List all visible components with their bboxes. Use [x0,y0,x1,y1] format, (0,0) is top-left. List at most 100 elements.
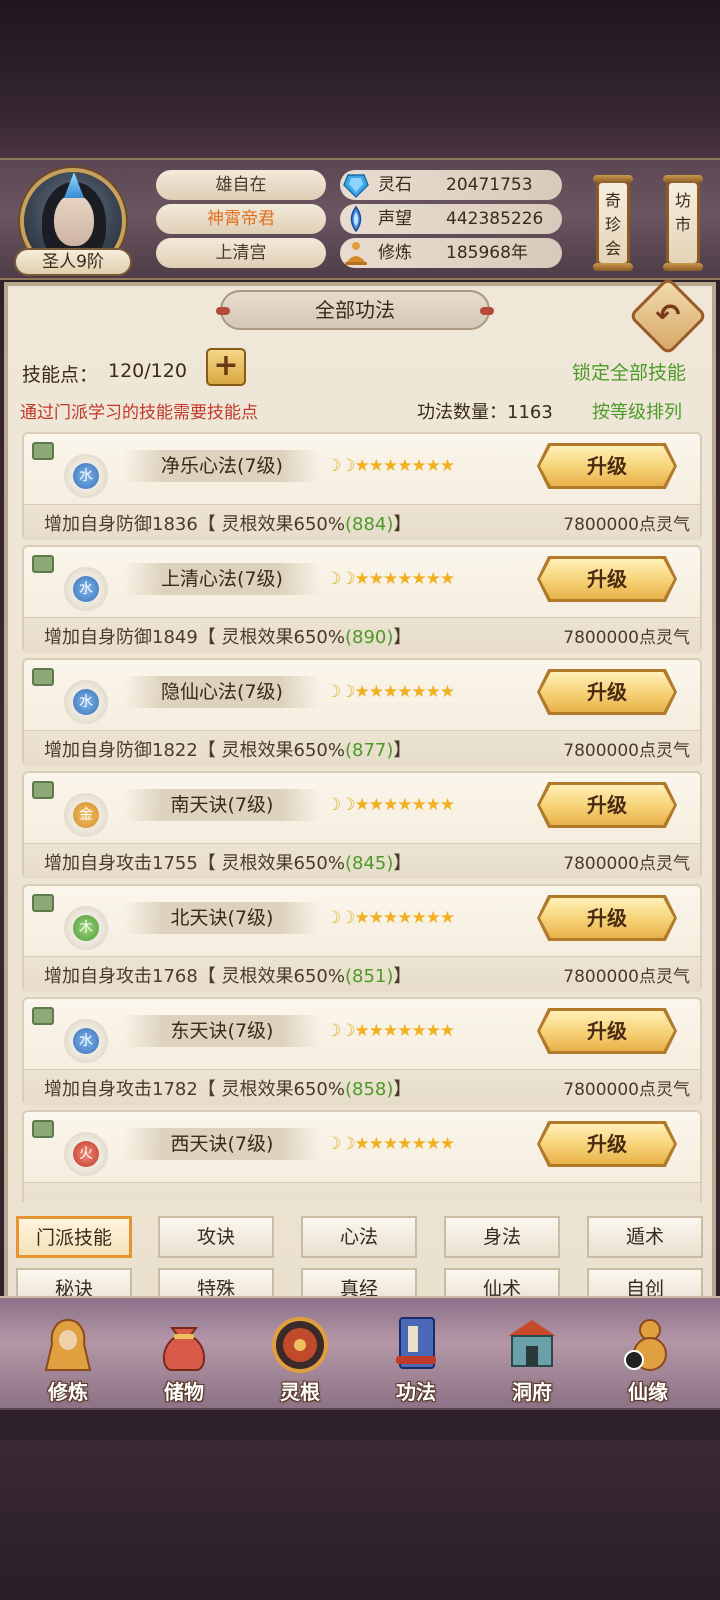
panel-title: 全部功法 [216,290,494,330]
nav-cultivation[interactable]: 修炼 [18,1314,118,1410]
star-icons: ★★★★★★★ [354,1021,455,1041]
nav-label: 储物 [164,1380,204,1404]
upgrade-button[interactable]: 升级 [540,559,674,599]
wood-element-icon: 木 [73,915,99,941]
resource-cultivation: 修炼 185968年 [340,238,562,268]
moon-icons: ☽☽ [326,569,356,589]
skill-name: 南天诀(7级) [124,789,320,821]
element-badge: 水 [64,567,108,611]
lock-icon[interactable] [32,442,54,460]
star-icons: ★★★★★★★ [354,908,455,928]
skill-points-label: 技能点： [22,364,99,386]
meditation-icon [345,242,367,265]
skill-stars: ☽☽★★★★★★★ [326,454,455,478]
lock-icon[interactable] [32,781,54,799]
bottom-backdrop [0,1440,720,1600]
skill-name: 北天诀(7级) [124,902,320,934]
treasure-fair-button[interactable]: 奇珍会 [593,175,633,271]
upgrade-button[interactable]: 升级 [540,1124,674,1164]
skill-card: 木 北天诀(7级) ☽☽★★★★★★★ 升级 增加自身攻击1768【 灵根效果6… [22,884,702,992]
lock-icon[interactable] [32,1120,54,1138]
upgrade-cost: 7800000点灵气 [563,967,690,987]
upgrade-cost: 7800000点灵气 [563,741,690,761]
skill-stars: ☽☽★★★★★★★ [326,680,455,704]
gourd-icon [624,1319,667,1371]
sort-by-level-link[interactable]: 按等级排列 [592,398,682,424]
lock-icon[interactable] [32,894,54,912]
lock-all-skills-link[interactable]: 锁定全部技能 [572,358,686,385]
effect-bonus: (851) [345,966,394,987]
skill-name: 上清心法(7级) [124,563,320,595]
star-icons: ★★★★★★★ [354,456,455,476]
resource-label: 声望 [378,209,412,229]
nav-techniques[interactable]: 功法 [366,1314,466,1410]
effect-text: 增加自身攻击1768【 灵根效果650% [44,966,345,987]
skill-points-value: 120/120 [108,360,187,382]
element-badge: 火 [64,1132,108,1176]
resource-spirit-stone: 灵石 20471753 [340,170,562,200]
resource-value: 185968年 [446,243,528,263]
effect-bracket: 】 [393,966,412,987]
nav-cave-mansion[interactable]: 洞府 [482,1314,582,1410]
upgrade-button[interactable]: 升级 [540,898,674,938]
nav-label: 功法 [396,1380,436,1404]
fire-element-icon: 火 [73,1141,99,1167]
moon-icons: ☽☽ [326,795,356,815]
skill-name: 东天诀(7级) [124,1015,320,1047]
upgrade-cost: 7800000点灵气 [563,854,690,874]
nav-spirit-root[interactable]: 灵根 [250,1314,350,1410]
upgrade-button[interactable]: 升级 [540,1011,674,1051]
star-icons: ★★★★★★★ [354,682,455,702]
tab-attack-arts[interactable]: 攻诀 [158,1216,274,1258]
player-title: 神霄帝君 [156,204,326,234]
skill-points-hint: 通过门派学习的技能需要技能点 [20,403,258,423]
water-element-icon: 水 [73,463,99,489]
tab-movement-arts[interactable]: 身法 [444,1216,560,1258]
skill-effect: 增加自身防御1822【 灵根效果650%(877)】 [44,736,411,762]
back-arrow-icon: ↶ [655,298,681,333]
nav-label: 修炼 [48,1380,88,1404]
water-element-icon: 水 [73,689,99,715]
skill-stars: ☽☽★★★★★★★ [326,906,455,930]
skill-name: 隐仙心法(7级) [124,676,320,708]
lock-icon[interactable] [32,668,54,686]
tab-mind-methods[interactable]: 心法 [301,1216,417,1258]
skill-card: 火 西天诀(7级) ☽☽★★★★★★★ 升级 [22,1110,702,1202]
effect-bonus: (884) [345,514,394,535]
skill-effect: 增加自身攻击1782【 灵根效果650%(858)】 [44,1075,411,1101]
effect-bonus: (890) [345,627,394,648]
nav-label: 洞府 [512,1380,552,1404]
upgrade-button[interactable]: 升级 [540,446,674,486]
skill-list[interactable]: 水 净乐心法(7级) ☽☽★★★★★★★ 升级 增加自身防御1836【 灵根效果… [22,432,702,1202]
resource-value: 20471753 [446,175,533,195]
nav-storage[interactable]: 储物 [134,1314,234,1410]
nav-label: 灵根 [280,1380,320,1404]
skill-card: 水 东天诀(7级) ☽☽★★★★★★★ 升级 增加自身攻击1782【 灵根效果6… [22,997,702,1105]
skill-card: 水 隐仙心法(7级) ☽☽★★★★★★★ 升级 增加自身防御1822【 灵根效果… [22,658,702,766]
upgrade-cost: 7800000点灵气 [563,628,690,648]
tab-escape-arts[interactable]: 遁术 [587,1216,703,1258]
market-button[interactable]: 坊市 [663,175,703,271]
element-badge: 木 [64,906,108,950]
lock-icon[interactable] [32,1007,54,1025]
effect-bracket: 】 [393,853,412,874]
moon-icons: ☽☽ [326,908,356,928]
skill-name: 西天诀(7级) [124,1128,320,1160]
upgrade-button[interactable]: 升级 [540,672,674,712]
star-icons: ★★★★★★★ [354,569,455,589]
player-sect: 上清宫 [156,238,326,268]
monk-icon [44,1318,92,1371]
star-icons: ★★★★★★★ [354,1134,455,1154]
resource-reputation: 声望 442385226 [340,204,562,234]
resource-label: 修炼 [378,243,412,263]
lock-icon[interactable] [32,555,54,573]
reputation-icon [350,205,362,233]
resource-value: 442385226 [446,209,544,229]
tab-sect-skills[interactable]: 门派技能 [16,1216,132,1258]
upgrade-button[interactable]: 升级 [540,785,674,825]
spirit-root-icon [272,1317,328,1373]
effect-text: 增加自身攻击1755【 灵根效果650% [44,853,345,874]
nav-immortal-fate[interactable]: 仙缘 [598,1314,698,1410]
metal-element-icon: 金 [73,802,99,828]
add-skill-points-button[interactable]: + [206,348,246,386]
